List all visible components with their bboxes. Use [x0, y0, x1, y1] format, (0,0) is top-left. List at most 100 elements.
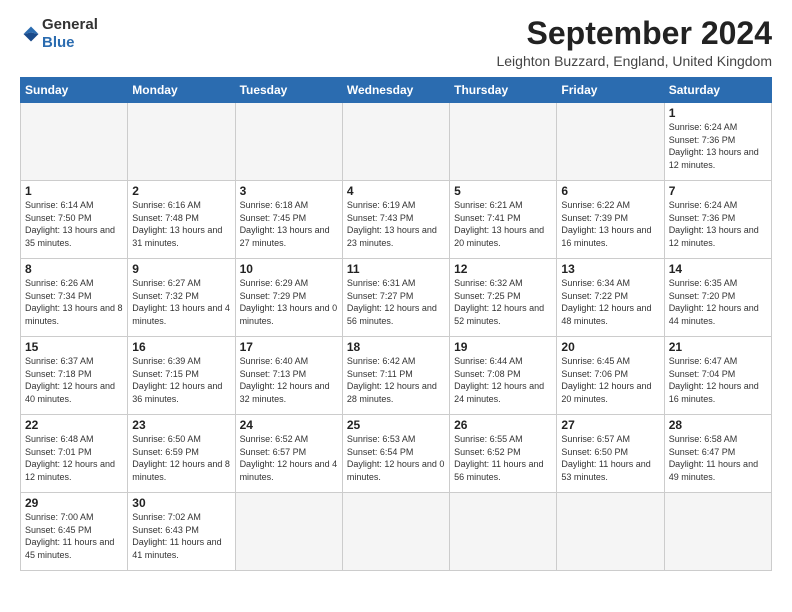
calendar-cell: 26Sunrise: 6:55 AMSunset: 6:52 PMDayligh…: [450, 415, 557, 493]
day-header-tuesday: Tuesday: [235, 78, 342, 103]
calendar-cell: [235, 103, 342, 181]
day-info: Sunrise: 6:42 AMSunset: 7:11 PMDaylight:…: [347, 355, 445, 405]
calendar-cell: 23Sunrise: 6:50 AMSunset: 6:59 PMDayligh…: [128, 415, 235, 493]
day-number: 16: [132, 340, 230, 354]
day-header-friday: Friday: [557, 78, 664, 103]
day-number: 18: [347, 340, 445, 354]
calendar-cell: 14Sunrise: 6:35 AMSunset: 7:20 PMDayligh…: [664, 259, 771, 337]
day-info: Sunrise: 6:27 AMSunset: 7:32 PMDaylight:…: [132, 277, 230, 327]
calendar-cell: 1Sunrise: 6:24 AMSunset: 7:36 PMDaylight…: [664, 103, 771, 181]
day-number: 6: [561, 184, 659, 198]
page: General Blue September 2024 Leighton Buz…: [0, 0, 792, 612]
day-info: Sunrise: 6:31 AMSunset: 7:27 PMDaylight:…: [347, 277, 445, 327]
day-info: Sunrise: 6:55 AMSunset: 6:52 PMDaylight:…: [454, 433, 552, 483]
calendar-cell: 10Sunrise: 6:29 AMSunset: 7:29 PMDayligh…: [235, 259, 342, 337]
day-info: Sunrise: 6:57 AMSunset: 6:50 PMDaylight:…: [561, 433, 659, 483]
day-number: 30: [132, 496, 230, 510]
calendar-cell: 18Sunrise: 6:42 AMSunset: 7:11 PMDayligh…: [342, 337, 449, 415]
day-number: 27: [561, 418, 659, 432]
day-info: Sunrise: 6:47 AMSunset: 7:04 PMDaylight:…: [669, 355, 767, 405]
day-number: 15: [25, 340, 123, 354]
day-number: 4: [347, 184, 445, 198]
calendar-cell: 13Sunrise: 6:34 AMSunset: 7:22 PMDayligh…: [557, 259, 664, 337]
calendar-cell: [342, 493, 449, 571]
day-number: 14: [669, 262, 767, 276]
calendar-cell: 12Sunrise: 6:32 AMSunset: 7:25 PMDayligh…: [450, 259, 557, 337]
calendar-cell: 19Sunrise: 6:44 AMSunset: 7:08 PMDayligh…: [450, 337, 557, 415]
day-number: 2: [132, 184, 230, 198]
logo-icon: [22, 25, 40, 43]
day-number: 21: [669, 340, 767, 354]
day-info: Sunrise: 6:18 AMSunset: 7:45 PMDaylight:…: [240, 199, 338, 249]
calendar-cell: 1Sunrise: 6:14 AMSunset: 7:50 PMDaylight…: [21, 181, 128, 259]
day-info: Sunrise: 6:22 AMSunset: 7:39 PMDaylight:…: [561, 199, 659, 249]
title-block: September 2024 Leighton Buzzard, England…: [496, 16, 772, 69]
day-number: 25: [347, 418, 445, 432]
calendar-cell: 3Sunrise: 6:18 AMSunset: 7:45 PMDaylight…: [235, 181, 342, 259]
calendar-cell: 17Sunrise: 6:40 AMSunset: 7:13 PMDayligh…: [235, 337, 342, 415]
day-number: 5: [454, 184, 552, 198]
day-info: Sunrise: 6:34 AMSunset: 7:22 PMDaylight:…: [561, 277, 659, 327]
day-number: 9: [132, 262, 230, 276]
calendar-cell: 7Sunrise: 6:24 AMSunset: 7:36 PMDaylight…: [664, 181, 771, 259]
day-number: 1: [669, 106, 767, 120]
day-number: 20: [561, 340, 659, 354]
day-info: Sunrise: 6:53 AMSunset: 6:54 PMDaylight:…: [347, 433, 445, 483]
day-info: Sunrise: 6:29 AMSunset: 7:29 PMDaylight:…: [240, 277, 338, 327]
day-info: Sunrise: 6:50 AMSunset: 6:59 PMDaylight:…: [132, 433, 230, 483]
day-info: Sunrise: 6:39 AMSunset: 7:15 PMDaylight:…: [132, 355, 230, 405]
calendar-cell: [21, 103, 128, 181]
day-number: 24: [240, 418, 338, 432]
calendar-cell: 22Sunrise: 6:48 AMSunset: 7:01 PMDayligh…: [21, 415, 128, 493]
day-number: 12: [454, 262, 552, 276]
day-info: Sunrise: 6:44 AMSunset: 7:08 PMDaylight:…: [454, 355, 552, 405]
calendar-cell: 6Sunrise: 6:22 AMSunset: 7:39 PMDaylight…: [557, 181, 664, 259]
logo-blue: Blue: [42, 34, 75, 51]
day-number: 17: [240, 340, 338, 354]
calendar-cell: 20Sunrise: 6:45 AMSunset: 7:06 PMDayligh…: [557, 337, 664, 415]
calendar-cell: 4Sunrise: 6:19 AMSunset: 7:43 PMDaylight…: [342, 181, 449, 259]
calendar-cell: 27Sunrise: 6:57 AMSunset: 6:50 PMDayligh…: [557, 415, 664, 493]
day-info: Sunrise: 6:32 AMSunset: 7:25 PMDaylight:…: [454, 277, 552, 327]
day-number: 22: [25, 418, 123, 432]
calendar-cell: 15Sunrise: 6:37 AMSunset: 7:18 PMDayligh…: [21, 337, 128, 415]
calendar-cell: [128, 103, 235, 181]
day-info: Sunrise: 6:40 AMSunset: 7:13 PMDaylight:…: [240, 355, 338, 405]
calendar-cell: 24Sunrise: 6:52 AMSunset: 6:57 PMDayligh…: [235, 415, 342, 493]
location-subtitle: Leighton Buzzard, England, United Kingdo…: [496, 53, 772, 69]
calendar-cell: 8Sunrise: 6:26 AMSunset: 7:34 PMDaylight…: [21, 259, 128, 337]
day-info: Sunrise: 6:21 AMSunset: 7:41 PMDaylight:…: [454, 199, 552, 249]
day-header-saturday: Saturday: [664, 78, 771, 103]
day-number: 13: [561, 262, 659, 276]
day-info: Sunrise: 6:35 AMSunset: 7:20 PMDaylight:…: [669, 277, 767, 327]
calendar-cell: 28Sunrise: 6:58 AMSunset: 6:47 PMDayligh…: [664, 415, 771, 493]
calendar-cell: 25Sunrise: 6:53 AMSunset: 6:54 PMDayligh…: [342, 415, 449, 493]
day-info: Sunrise: 6:48 AMSunset: 7:01 PMDaylight:…: [25, 433, 123, 483]
day-number: 28: [669, 418, 767, 432]
day-info: Sunrise: 6:24 AMSunset: 7:36 PMDaylight:…: [669, 121, 767, 171]
day-number: 7: [669, 184, 767, 198]
calendar-cell: 9Sunrise: 6:27 AMSunset: 7:32 PMDaylight…: [128, 259, 235, 337]
day-header-monday: Monday: [128, 78, 235, 103]
day-header-wednesday: Wednesday: [342, 78, 449, 103]
day-header-thursday: Thursday: [450, 78, 557, 103]
calendar-cell: 2Sunrise: 6:16 AMSunset: 7:48 PMDaylight…: [128, 181, 235, 259]
header: General Blue September 2024 Leighton Buz…: [20, 16, 772, 69]
calendar-cell: 21Sunrise: 6:47 AMSunset: 7:04 PMDayligh…: [664, 337, 771, 415]
calendar-cell: [450, 493, 557, 571]
calendar-cell: [450, 103, 557, 181]
day-number: 23: [132, 418, 230, 432]
day-number: 19: [454, 340, 552, 354]
day-info: Sunrise: 6:26 AMSunset: 7:34 PMDaylight:…: [25, 277, 123, 327]
calendar-cell: [342, 103, 449, 181]
calendar-cell: [557, 493, 664, 571]
calendar-table: SundayMondayTuesdayWednesdayThursdayFrid…: [20, 77, 772, 571]
day-info: Sunrise: 6:16 AMSunset: 7:48 PMDaylight:…: [132, 199, 230, 249]
day-info: Sunrise: 6:45 AMSunset: 7:06 PMDaylight:…: [561, 355, 659, 405]
day-info: Sunrise: 6:24 AMSunset: 7:36 PMDaylight:…: [669, 199, 767, 249]
day-info: Sunrise: 6:52 AMSunset: 6:57 PMDaylight:…: [240, 433, 338, 483]
calendar-cell: 29Sunrise: 7:00 AMSunset: 6:45 PMDayligh…: [21, 493, 128, 571]
day-info: Sunrise: 6:19 AMSunset: 7:43 PMDaylight:…: [347, 199, 445, 249]
day-number: 8: [25, 262, 123, 276]
calendar-cell: 16Sunrise: 6:39 AMSunset: 7:15 PMDayligh…: [128, 337, 235, 415]
